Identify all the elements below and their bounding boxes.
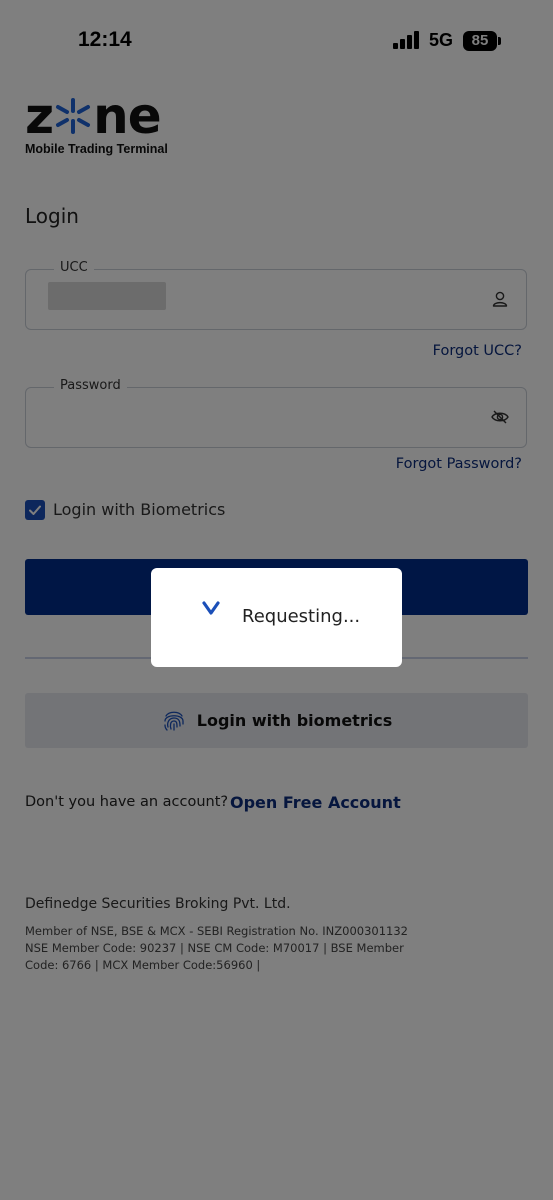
spinner-icon <box>202 601 220 615</box>
loading-dialog: Requesting... <box>151 568 402 667</box>
dialog-message: Requesting... <box>242 606 361 627</box>
